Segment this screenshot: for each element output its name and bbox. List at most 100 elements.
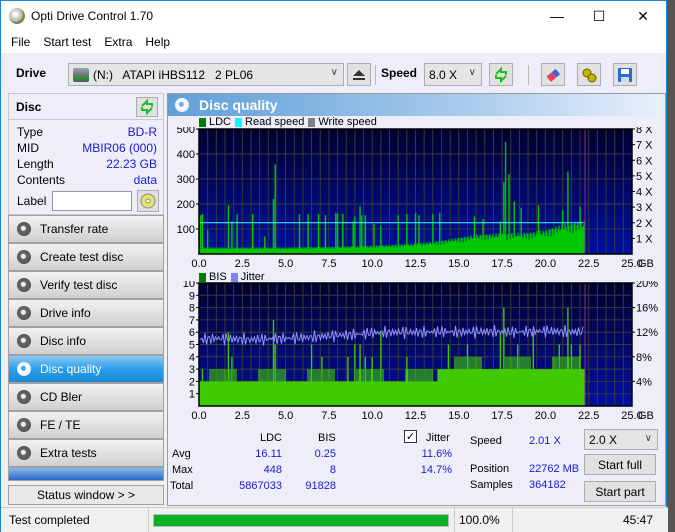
disc-label-input[interactable] [52, 191, 133, 211]
menu-help[interactable]: Help [145, 35, 170, 49]
elapsed-time: 45:47 [622, 513, 653, 527]
stats-avg-jitter: 11.6% [421, 448, 452, 460]
disc-label-button[interactable] [137, 190, 160, 212]
disc-quality-icon [175, 98, 189, 112]
disc-length-key: Length [17, 157, 54, 171]
nav-cd-bler[interactable]: CD Bler [8, 383, 164, 411]
y-tick-label-left: 3 [189, 364, 195, 376]
save-button[interactable] [613, 63, 637, 86]
position-value: 22762 MB [529, 463, 580, 475]
app-window: Opti Drive Control 1.70 — ☐ ✕ File Start… [0, 0, 668, 532]
drive-select[interactable]: (N:) ATAPI iHBS112 2 PL06 ∨ [68, 63, 344, 86]
nav-drive-info[interactable]: Drive info [8, 299, 164, 327]
nav-disc-quality[interactable]: Disc quality [8, 355, 164, 383]
start-part-button[interactable]: Start part [584, 481, 656, 502]
disc-mid-value: MBIR06 (000) [82, 141, 157, 155]
nav-disc-info[interactable]: Disc info [8, 327, 164, 355]
start-full-button[interactable]: Start full [584, 454, 656, 475]
drive-label: Drive [16, 66, 47, 80]
nav-label: FE / TE [40, 418, 81, 432]
disc-quality-icon [17, 362, 31, 376]
nav-label: Extra tests [40, 446, 97, 460]
disc-refresh-button[interactable] [136, 97, 158, 117]
disc-type-key: Type [17, 125, 44, 139]
y-tick-label-right: 12% [636, 327, 658, 339]
y-tick-label-right: 7 X [636, 140, 653, 152]
x-tick-label: 15.0 [448, 410, 469, 422]
x-tick-label: 0.0 [191, 258, 206, 270]
stats-total-ldc: 5867033 [239, 480, 282, 492]
x-tick-label: 12.5 [405, 410, 426, 422]
y-tick-label-left: 4 [189, 352, 195, 364]
y-tick-label-left: 1 [189, 389, 195, 401]
progress-label: 100.0% [455, 508, 513, 532]
nav-create-test-disc[interactable]: Create test disc [8, 243, 164, 271]
left-sidebar: Disc Type BD-R MID MBIR06 (000) Length 22.2… [8, 93, 164, 505]
close-icon: ✕ [637, 7, 649, 24]
create-test-disc-icon [17, 250, 31, 264]
y-tick-label-left: 200 [177, 199, 195, 211]
speed-select[interactable]: 8.0 X ∨ [424, 63, 482, 86]
settings-button[interactable] [577, 63, 601, 86]
legend-swatch [235, 117, 243, 127]
menu-start-test[interactable]: Start test [43, 35, 91, 49]
nav-verify-test-disc[interactable]: Verify test disc [8, 271, 164, 299]
test-nav: Transfer rate Create test disc Verify te… [8, 215, 164, 505]
disc-icon [140, 193, 156, 209]
legend-swatch [308, 117, 316, 127]
y-tick-label-left: 9 [189, 290, 195, 302]
samples-value: 364182 [529, 479, 566, 491]
nav-extra-tests[interactable]: Extra tests [8, 439, 164, 467]
x-tick-label: 2.5 [235, 258, 250, 270]
ldc-chart: 0.0 2.5 5.0 7.5 10.0 12.5 15.0 17.5 20.0 22.5 25.0… [177, 127, 654, 270]
x-tick-label: 0.0 [191, 410, 206, 422]
nav-fe-te[interactable]: FE / TE [8, 411, 164, 439]
refresh-button[interactable] [489, 63, 513, 86]
erase-button[interactable] [541, 63, 565, 86]
disc-length-value: 22.23 GB [106, 157, 157, 171]
bis-jitter-chart: 0.0 2.5 5.0 7.5 10.0 12.5 15.0 17.5 20.0 22.5 25.0… [183, 281, 658, 422]
maximize-button[interactable]: ☐ [576, 1, 622, 31]
stats-total-bis: 91828 [305, 480, 336, 492]
disc-mid-row: MID MBIR06 (000) [9, 140, 163, 156]
status-window-button[interactable]: Status window > > [8, 485, 164, 505]
x-tick-label: 22.5 [578, 258, 599, 270]
legend-swatch [199, 117, 206, 127]
menu-extra[interactable]: Extra [104, 35, 132, 49]
stats-avg-bis: 0.25 [314, 448, 336, 460]
disc-mid-key: MID [17, 141, 39, 155]
speed-stat-label: Speed [470, 435, 502, 447]
x-tick-label: 5.0 [278, 410, 293, 422]
y-tick-label-right: 2 X [636, 218, 653, 230]
y-tick-label-left: 500 [177, 127, 195, 136]
progress-fill [154, 514, 448, 526]
maximize-icon: ☐ [592, 7, 606, 24]
eject-button[interactable] [347, 63, 371, 86]
y-tick-label-right: 4% [636, 376, 652, 388]
jitter-checkbox[interactable]: ✓ [404, 430, 417, 443]
chevron-down-icon: ∨ [468, 67, 476, 78]
settings-icon [582, 68, 597, 82]
y-tick-label-left: 8 [189, 303, 195, 315]
eject-icon [353, 69, 365, 80]
minimize-button[interactable]: — [534, 1, 580, 31]
stats-max-ldc: 448 [263, 464, 282, 476]
test-speed-select[interactable]: 2.0 X ∨ [584, 429, 658, 450]
x-tick-label: 10.0 [361, 410, 382, 422]
drive-icon [73, 67, 89, 82]
menu-file[interactable]: File [11, 35, 30, 49]
nav-transfer-rate[interactable]: Transfer rate [8, 215, 164, 243]
cd-bler-icon [17, 390, 31, 404]
refresh-icon [495, 66, 507, 83]
save-icon [618, 67, 632, 82]
y-tick-label-right: 5 X [636, 171, 653, 183]
nav-label: Verify test disc [40, 278, 118, 292]
y-tick-label-right: 6 X [636, 155, 653, 167]
x-tick-label: 17.5 [491, 410, 512, 422]
x-axis-unit: GB [638, 258, 654, 270]
x-tick-label: 7.5 [321, 258, 336, 270]
stats-header-bis: BIS [318, 432, 336, 444]
y-tick-label-right: 1 X [636, 233, 653, 245]
close-button[interactable]: ✕ [620, 1, 666, 31]
stats-max-jitter: 14.7% [420, 464, 452, 476]
